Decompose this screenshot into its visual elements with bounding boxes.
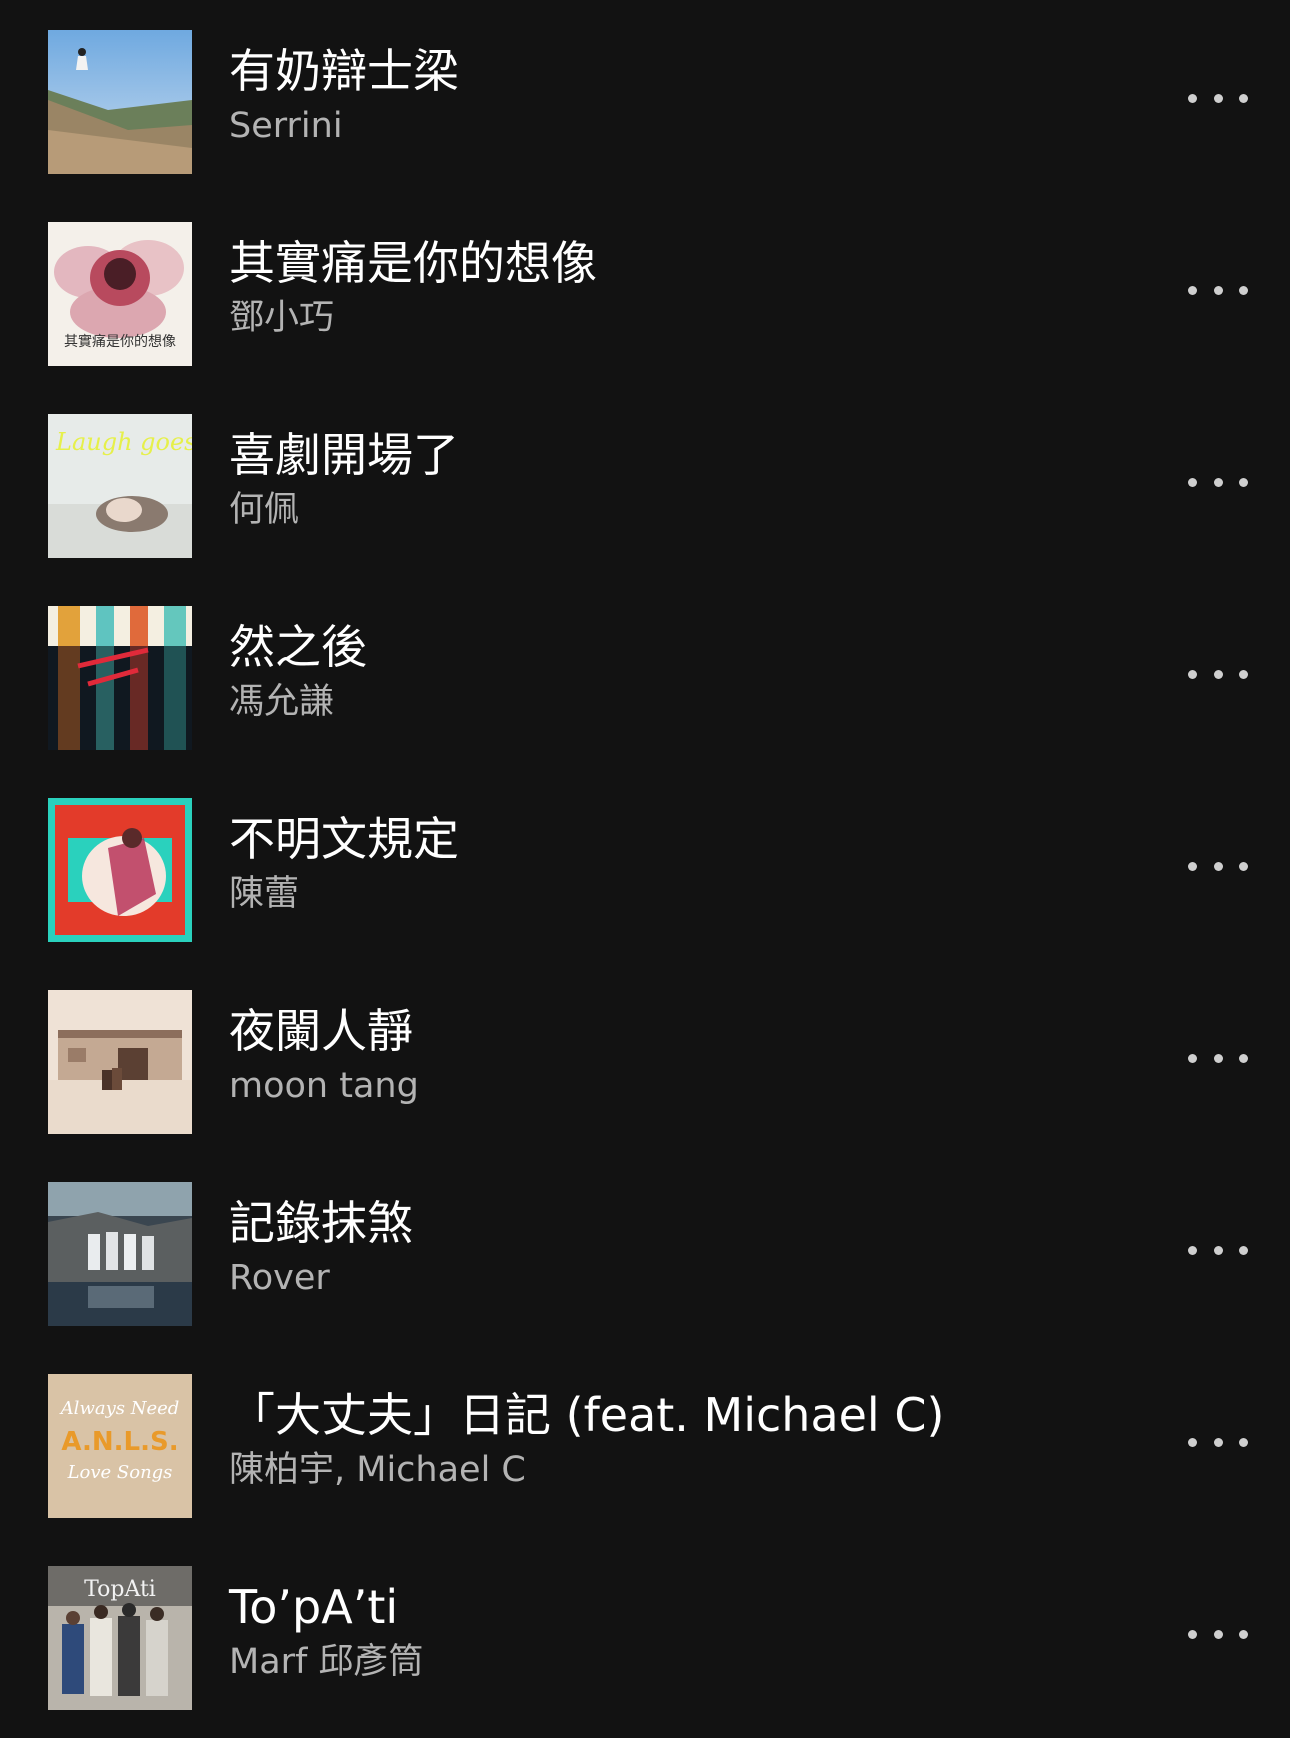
album-cover-anls: Always Need A.N.L.S. Love Songs [48,1374,192,1518]
track-title: 喜劇開場了 [229,428,459,482]
track-row[interactable]: TopAti To’pA’ti Marf 邱彥筒 [0,1536,1290,1728]
track-row[interactable]: 不明文規定 陳蕾 [0,768,1290,960]
album-cover-rocks-band [48,1182,192,1326]
album-cover-hillside [48,30,192,174]
track-row[interactable]: 然之後 馮允謙 [0,576,1290,768]
more-options-icon[interactable] [1188,76,1248,120]
track-title: 不明文規定 [229,812,459,866]
track-artist: Marf 邱彥筒 [229,1642,424,1682]
track-artist: 何佩 [229,490,300,530]
album-cover-text-mid: A.N.L.S. [61,1427,178,1457]
track-title: 記錄抹煞 [229,1196,413,1250]
track-title: 「大丈夫」日記 (feat. Michael C) [229,1388,945,1442]
album-cover-flower: 其實痛是你的想像 [48,222,192,366]
track-text: To’pA’ti Marf 邱彥筒 [229,1578,1129,1684]
track-text: 喜劇開場了 何佩 [229,426,1129,532]
track-artist: 陳蕾 [229,874,300,914]
album-cover-portrait-lying: Laugh goes on [48,414,192,558]
track-title: To’pA’ti [229,1580,399,1634]
track-text: 其實痛是你的想像 鄧小巧 [229,234,1129,340]
track-title: 夜闌人靜 [229,1004,413,1058]
track-artist: moon tang [229,1066,419,1106]
album-cover-neon-reflection [48,606,192,750]
track-artist: Rover [229,1258,330,1298]
album-cover-text: Laugh goes on [55,428,192,456]
more-options-icon[interactable] [1188,268,1248,312]
track-text: 不明文規定 陳蕾 [229,810,1129,916]
track-artist: 鄧小巧 [229,298,335,338]
more-options-icon[interactable] [1188,1228,1248,1272]
album-cover-text: TopAti [84,1577,156,1602]
track-row[interactable]: 記錄抹煞 Rover [0,1152,1290,1344]
track-row[interactable]: 其實痛是你的想像 其實痛是你的想像 鄧小巧 [0,192,1290,384]
track-text: 記錄抹煞 Rover [229,1194,1129,1300]
track-artist: 馮允謙 [229,682,335,722]
album-cover-text-bot: Love Songs [67,1462,173,1483]
more-options-icon[interactable] [1188,844,1248,888]
track-artist: 陳柏宇, Michael C [229,1450,526,1490]
album-cover-red-horse [48,798,192,942]
more-options-icon[interactable] [1188,1612,1248,1656]
track-text: 然之後 馮允謙 [229,618,1129,724]
more-options-icon[interactable] [1188,1420,1248,1464]
more-options-icon[interactable] [1188,460,1248,504]
track-artist: Serrini [229,106,343,146]
album-cover-group-photo: TopAti [48,1566,192,1710]
track-text: 有奶辯士梁 Serrini [229,42,1129,148]
track-row[interactable]: 有奶辯士梁 Serrini [0,0,1290,192]
more-options-icon[interactable] [1188,1036,1248,1080]
album-cover-text: 其實痛是你的想像 [64,333,176,350]
track-row[interactable]: Laugh goes on 喜劇開場了 何佩 [0,384,1290,576]
album-cover-building-horses [48,990,192,1134]
more-options-icon[interactable] [1188,652,1248,696]
track-title: 有奶辯士梁 [229,44,459,98]
track-row[interactable]: Always Need A.N.L.S. Love Songs 「大丈夫」日記 … [0,1344,1290,1536]
track-row[interactable]: 夜闌人靜 moon tang [0,960,1290,1152]
track-title: 其實痛是你的想像 [229,236,597,290]
track-text: 夜闌人靜 moon tang [229,1002,1129,1108]
track-text: 「大丈夫」日記 (feat. Michael C) 陳柏宇, Michael C [229,1386,1129,1492]
album-cover-text-top: Always Need [59,1398,180,1419]
track-title: 然之後 [229,620,367,674]
